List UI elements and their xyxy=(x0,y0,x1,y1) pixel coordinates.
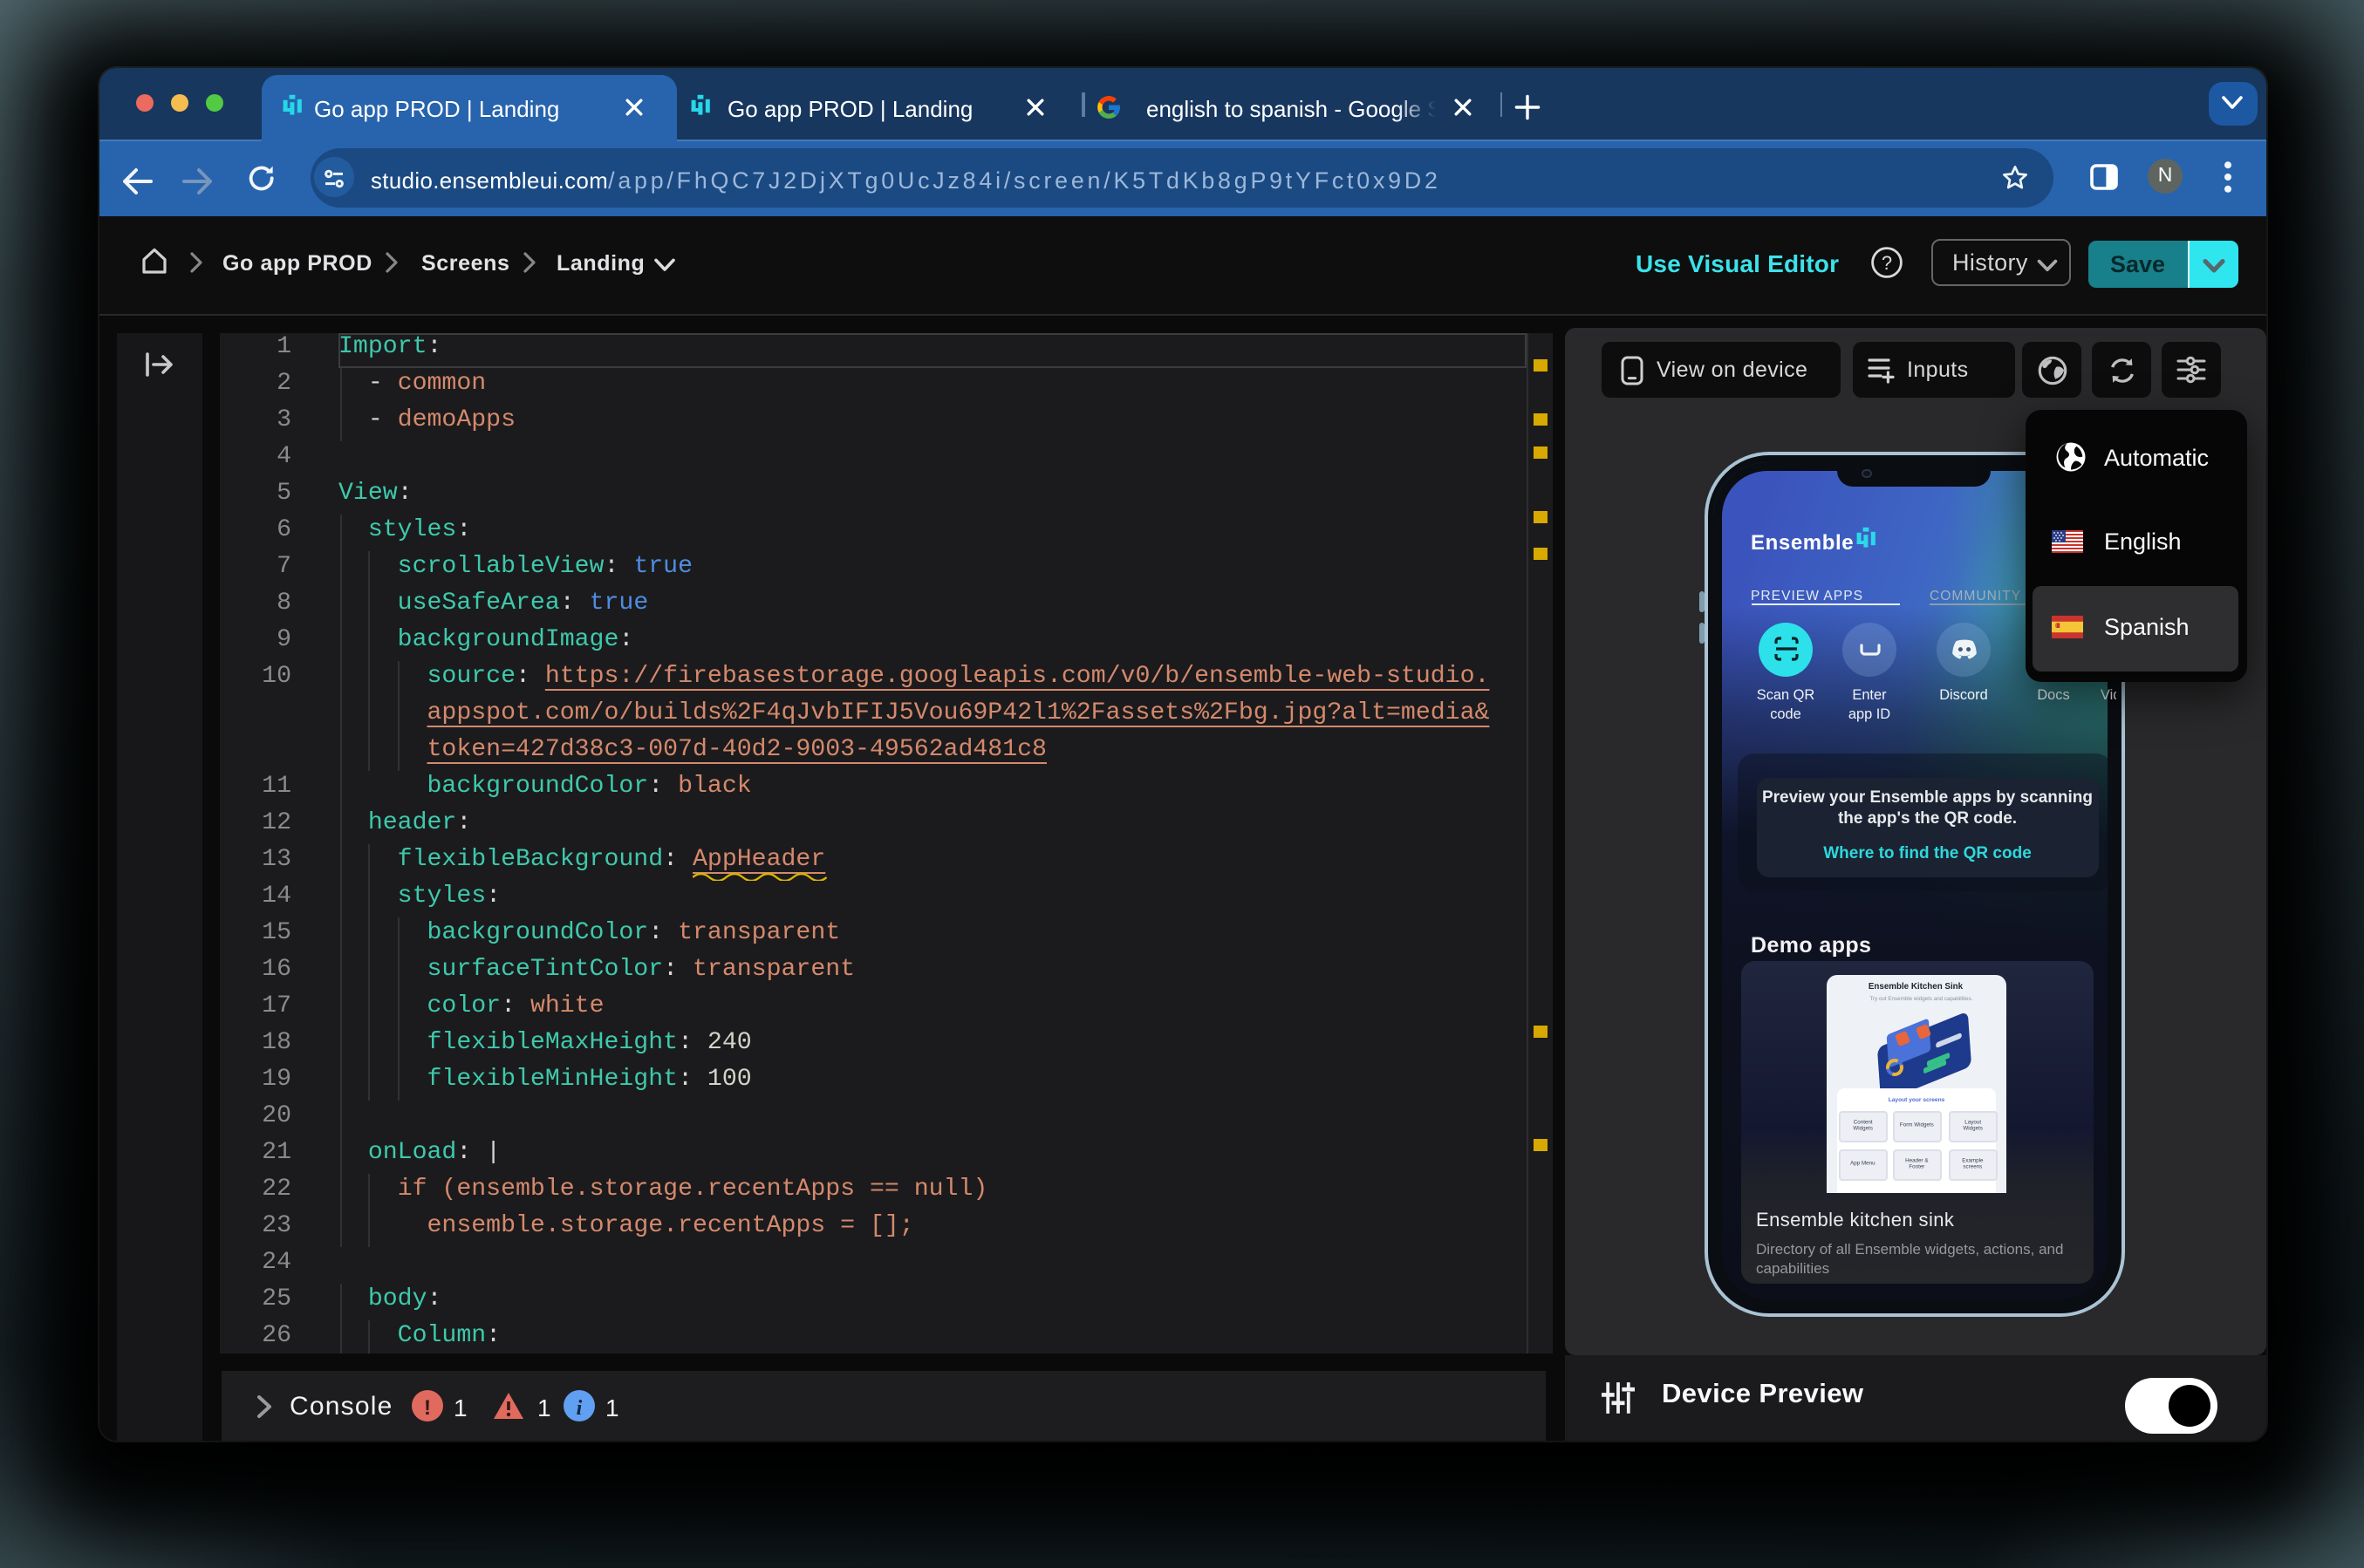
svg-text:?: ? xyxy=(1882,252,1892,274)
